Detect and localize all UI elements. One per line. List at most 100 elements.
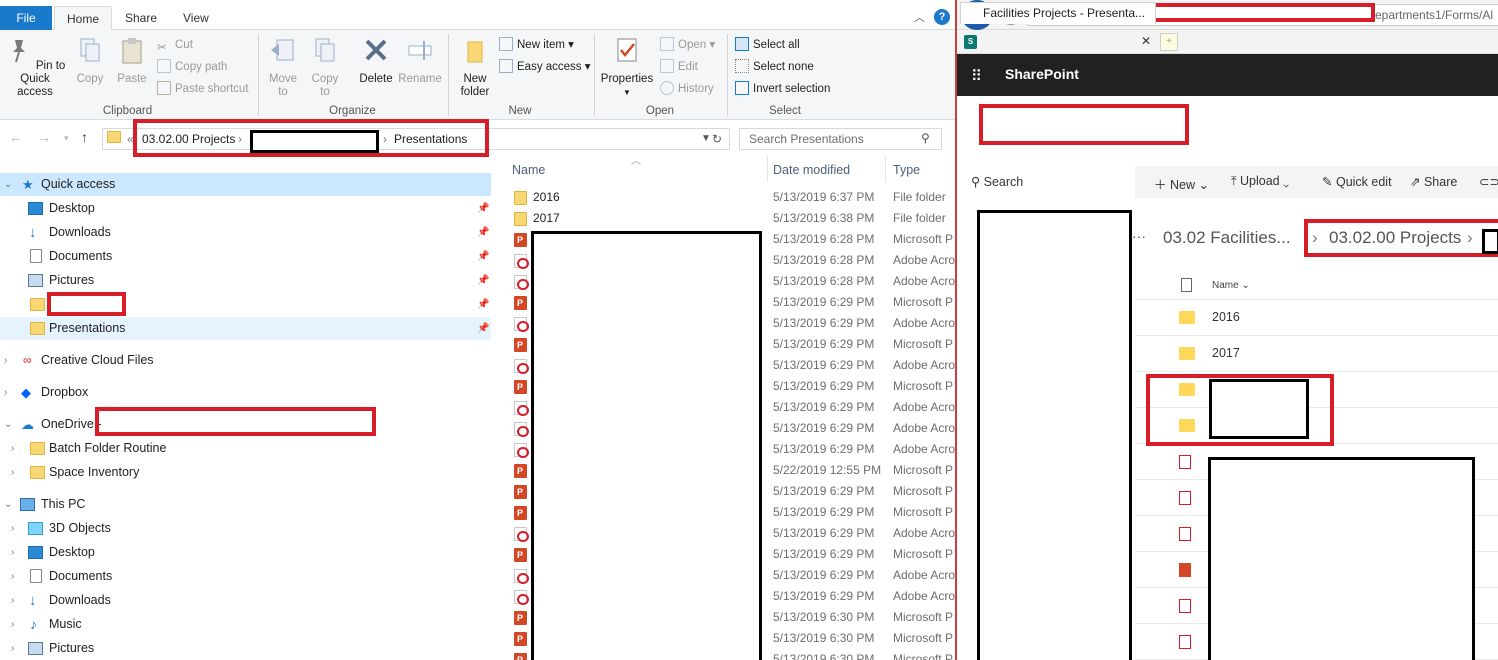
new-button[interactable]: ＋ New ⌄	[1154, 174, 1209, 193]
pin-icon[interactable]: 📌	[477, 221, 489, 244]
expand-arrow-icon[interactable]: ›	[11, 637, 23, 660]
file-type: Microsoft P	[893, 295, 954, 309]
quick-edit-button[interactable]: ✎ Quick edit	[1322, 174, 1392, 189]
rename-button[interactable]: Rename	[398, 36, 442, 86]
back-arrow-icon[interactable]: ←	[9, 129, 23, 145]
search-input[interactable]: Search Presentations	[739, 128, 942, 150]
column-divider[interactable]	[885, 156, 886, 182]
refresh-icon[interactable]: ↻	[712, 131, 722, 147]
expand-arrow-icon[interactable]: ⌄	[4, 413, 16, 436]
select-none-button[interactable]: Select none	[735, 58, 814, 76]
share-button[interactable]: ⇗ Share	[1410, 174, 1457, 189]
nav-creative-cloud[interactable]: › ∞ Creative Cloud Files	[0, 349, 491, 372]
new-item-button[interactable]: New item ▾	[499, 36, 574, 54]
nav-quick-access[interactable]: ⌄ ★ Quick access	[0, 173, 491, 196]
file-row[interactable]: 2017 5/13/2019 6:38 PM File folder	[506, 208, 955, 229]
nav-pc-downloads[interactable]: › ↓ Downloads	[0, 589, 491, 612]
edit-button[interactable]: Edit	[660, 58, 698, 76]
open-button[interactable]: Open ▾	[660, 36, 715, 54]
easy-access-button[interactable]: Easy access ▾	[499, 58, 591, 76]
cut-button[interactable]: ✂ Cut	[157, 36, 193, 54]
nav-pc-pictures[interactable]: › Pictures	[0, 637, 491, 660]
expand-arrow-icon[interactable]: ›	[4, 349, 16, 372]
nav-desktop[interactable]: Desktop 📌	[0, 197, 491, 220]
expand-arrow-icon[interactable]: ⌄	[4, 173, 16, 196]
copy-path-button[interactable]: Copy path	[157, 58, 227, 76]
nav-presentations[interactable]: Presentations 📌	[0, 317, 491, 340]
redacted-file-names	[531, 231, 762, 660]
tab-file[interactable]: File	[0, 6, 52, 30]
history-button[interactable]: History	[660, 80, 714, 98]
column-header-date[interactable]: Date modified	[773, 163, 850, 177]
nav-space-inventory[interactable]: › Space Inventory	[0, 461, 491, 484]
nav-documents[interactable]: Documents 📌	[0, 245, 491, 268]
tab-share[interactable]: Share	[113, 6, 169, 30]
expand-arrow-icon[interactable]: ›	[11, 565, 23, 588]
nav-pc-documents[interactable]: › Documents	[0, 565, 491, 588]
app-name[interactable]: SharePoint	[1005, 66, 1079, 82]
nav-batch-folder[interactable]: › Batch Folder Routine	[0, 437, 491, 460]
sp-item-name[interactable]: 2016	[1212, 310, 1240, 324]
sp-breadcrumb-current[interactable]: 03.02.00 Projects	[1329, 228, 1461, 248]
breadcrumb-ellipsis[interactable]: ···	[1132, 228, 1146, 244]
column-divider[interactable]	[767, 156, 768, 182]
browser-tab[interactable]: Facilities Projects - Presenta...	[960, 2, 1156, 24]
address-dropdown-icon[interactable]: ▼	[701, 131, 711, 147]
pin-icon[interactable]: 📌	[477, 197, 489, 220]
up-arrow-icon[interactable]: ↑	[81, 129, 88, 145]
close-tab-icon[interactable]: ✕	[1141, 34, 1151, 48]
expand-arrow-icon[interactable]: ›	[11, 517, 23, 540]
sp-search-box[interactable]: ⚲ Search	[971, 174, 1023, 189]
expand-arrow-icon[interactable]: ›	[11, 541, 23, 564]
paste-shortcut-button[interactable]: Paste shortcut	[157, 80, 249, 98]
sp-breadcrumb-parent[interactable]: 03.02 Facilities...	[1163, 228, 1291, 248]
move-to-button[interactable]: Move to	[265, 36, 301, 99]
recent-locations-icon[interactable]: ▾	[64, 133, 69, 144]
tab-view[interactable]: View	[171, 6, 221, 30]
copy-button[interactable]: Copy	[72, 36, 108, 86]
properties-button[interactable]: Properties ▼	[598, 36, 656, 99]
nav-dropbox[interactable]: › ◆ Dropbox	[0, 381, 491, 404]
nav-pictures[interactable]: Pictures 📌	[0, 269, 491, 292]
file-row[interactable]: 2016 5/13/2019 6:37 PM File folder	[506, 187, 955, 208]
sp-name-header[interactable]: Name ⌄	[1212, 280, 1250, 291]
column-header-name[interactable]: Name	[512, 163, 545, 177]
nav-3d-objects[interactable]: › 3D Objects	[0, 517, 491, 540]
new-folder-button[interactable]: New folder	[455, 36, 495, 99]
new-folder-icon	[467, 41, 483, 63]
expand-arrow-icon[interactable]: ›	[11, 437, 23, 460]
sp-list-item[interactable]: 2016	[1135, 300, 1498, 336]
forward-arrow-icon[interactable]: →	[37, 129, 51, 145]
nav-pc-desktop[interactable]: › Desktop	[0, 541, 491, 564]
nav-this-pc[interactable]: ⌄ This PC	[0, 493, 491, 516]
expand-arrow-icon[interactable]: ›	[4, 381, 16, 404]
sp-item-name[interactable]: 2017	[1212, 346, 1240, 360]
redaction-highlight	[47, 292, 126, 316]
expand-arrow-icon[interactable]: ⌄	[4, 493, 16, 516]
new-tab-button[interactable]: +	[1160, 33, 1178, 51]
pin-icon[interactable]: 📌	[477, 245, 489, 268]
app-launcher-icon[interactable]: ⠿	[971, 67, 983, 85]
paste-button[interactable]: Paste	[113, 36, 151, 86]
copy-to-button[interactable]: Copy to	[307, 36, 343, 99]
pin-icon[interactable]: 📌	[477, 317, 489, 340]
column-header-type[interactable]: Type	[893, 163, 920, 177]
rename-icon	[408, 41, 432, 60]
delete-button[interactable]: Delete	[356, 36, 396, 86]
link-icon[interactable]: ⊂⊃	[1479, 174, 1498, 189]
expand-arrow-icon[interactable]: ›	[11, 613, 23, 636]
expand-arrow-icon[interactable]: ›	[11, 589, 23, 612]
sp-list-item[interactable]: 2017	[1135, 336, 1498, 372]
nav-downloads[interactable]: ↓ Downloads 📌	[0, 221, 491, 244]
pin-icon[interactable]: 📌	[477, 269, 489, 292]
nav-music[interactable]: › ♪ Music	[0, 613, 491, 636]
collapse-ribbon-icon[interactable]: ︿	[914, 9, 925, 25]
tab-home[interactable]: Home	[54, 6, 113, 31]
upload-button[interactable]: ⤒ Upload ⌄	[1231, 174, 1289, 189]
invert-selection-button[interactable]: Invert selection	[735, 80, 830, 98]
select-all-button[interactable]: Select all	[735, 36, 800, 54]
pin-quick-access-button[interactable]: Pin to Quick access	[2, 36, 68, 99]
help-icon[interactable]: ?	[934, 9, 950, 25]
pin-icon[interactable]: 📌	[477, 293, 489, 316]
expand-arrow-icon[interactable]: ›	[11, 461, 23, 484]
